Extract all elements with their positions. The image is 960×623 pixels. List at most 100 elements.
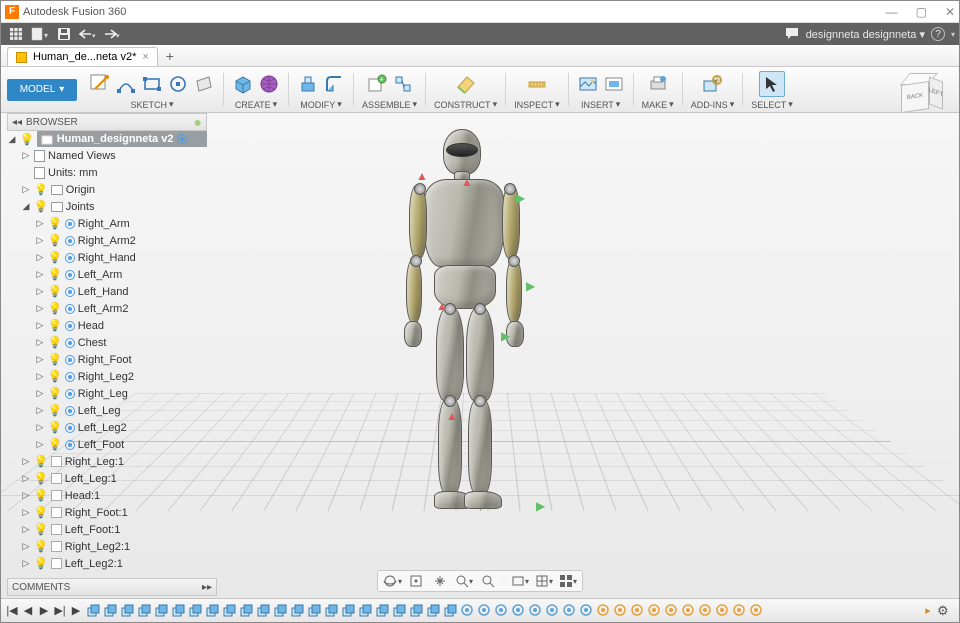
measure-icon[interactable] <box>526 73 548 95</box>
line-icon[interactable] <box>115 73 137 95</box>
timeline-feature[interactable] <box>306 603 322 619</box>
tree-item-joints[interactable]: ◢💡Joints <box>21 198 207 215</box>
timeline-feature[interactable] <box>391 603 407 619</box>
joint-radio-icon[interactable] <box>65 372 75 382</box>
timeline-joint[interactable] <box>629 603 645 619</box>
grid-settings-button[interactable]: ▾ <box>534 572 554 590</box>
plane-icon[interactable] <box>193 73 215 95</box>
tree-item-joint[interactable]: ▷💡Left_Leg2 <box>35 419 207 436</box>
joint-radio-icon[interactable] <box>65 440 75 450</box>
timeline-feature[interactable] <box>119 603 135 619</box>
timeline-start-button[interactable]: |◀ <box>5 604 19 617</box>
construct-label[interactable]: CONSTRUCT▾ <box>434 98 497 110</box>
viewport-layout-button[interactable]: ▾ <box>558 572 578 590</box>
timeline-feature[interactable] <box>340 603 356 619</box>
tree-item-origin[interactable]: ▷💡Origin <box>21 181 207 198</box>
joint-radio-icon[interactable] <box>65 253 75 263</box>
rectangle-icon[interactable] <box>141 73 163 95</box>
visibility-bulb-icon[interactable]: 💡 <box>48 234 62 247</box>
timeline-feature[interactable] <box>272 603 288 619</box>
timeline-joint[interactable] <box>612 603 628 619</box>
timeline-feature[interactable] <box>289 603 305 619</box>
tree-item-body[interactable]: ▷💡Left_Leg2:1 <box>21 555 207 572</box>
tree-item-joint[interactable]: ▷💡Left_Arm <box>35 266 207 283</box>
visibility-bulb-icon[interactable]: 💡 <box>34 455 48 468</box>
visibility-bulb-icon[interactable]: 💡 <box>48 421 62 434</box>
timeline-joint[interactable] <box>595 603 611 619</box>
visibility-bulb-icon[interactable]: 💡 <box>48 319 62 332</box>
sketch-label[interactable]: SKETCH▾ <box>130 98 173 110</box>
timeline-joint[interactable] <box>646 603 662 619</box>
timeline-feature[interactable] <box>357 603 373 619</box>
modify-label[interactable]: MODIFY▾ <box>300 98 342 110</box>
root-component[interactable]: Human_designneta v2 <box>37 131 207 147</box>
timeline-joint[interactable] <box>544 603 560 619</box>
expand-comments-icon[interactable]: ▸▸ <box>202 582 212 593</box>
joint-radio-icon[interactable] <box>65 338 75 348</box>
timeline-settings-button[interactable]: ⚙ <box>937 603 955 619</box>
timeline-joint[interactable] <box>680 603 696 619</box>
tree-item-body[interactable]: ▷💡Head:1 <box>21 487 207 504</box>
tree-item-body[interactable]: ▷💡Right_Leg2:1 <box>21 538 207 555</box>
workspace-switcher[interactable]: MODEL ▾ <box>7 79 77 101</box>
tree-item-joint[interactable]: ▷💡Right_Arm2 <box>35 232 207 249</box>
create-label[interactable]: CREATE▾ <box>235 98 277 110</box>
joint-radio-icon[interactable] <box>65 355 75 365</box>
tree-item-joint[interactable]: ▷💡Right_Leg2 <box>35 368 207 385</box>
insert-label[interactable]: INSERT▾ <box>581 98 620 110</box>
tree-item-joint[interactable]: ▷💡Head <box>35 317 207 334</box>
tree-item-joint[interactable]: ▷💡Left_Leg <box>35 402 207 419</box>
joint-radio-icon[interactable] <box>65 287 75 297</box>
timeline-joint[interactable] <box>527 603 543 619</box>
tree-item-joint[interactable]: ▷💡Right_Foot <box>35 351 207 368</box>
timeline-feature[interactable] <box>255 603 271 619</box>
window-close-button[interactable]: ✕ <box>945 5 955 19</box>
presspull-icon[interactable] <box>297 73 319 95</box>
new-tab-button[interactable]: + <box>158 45 182 66</box>
expand-arrow-icon[interactable]: ◢ <box>7 134 17 145</box>
visibility-bulb-icon[interactable]: 💡 <box>20 133 34 146</box>
tree-item-joint[interactable]: ▷💡Left_Foot <box>35 436 207 453</box>
select-icon[interactable] <box>759 71 785 97</box>
create-sketch-icon[interactable] <box>89 73 111 95</box>
orbit-button[interactable]: ▾ <box>382 572 402 590</box>
visibility-bulb-icon[interactable]: 💡 <box>48 370 62 383</box>
visibility-bulb-icon[interactable]: 💡 <box>34 523 48 536</box>
file-tab[interactable]: Human_de...neta v2* × <box>7 47 158 66</box>
joint-radio-icon[interactable] <box>65 321 75 331</box>
tree-item-joint[interactable]: ▷💡Right_Hand <box>35 249 207 266</box>
select-label[interactable]: SELECT▾ <box>751 98 793 110</box>
file-menu-button[interactable]: ▾ <box>29 25 51 43</box>
tree-item-body[interactable]: ▷💡Left_Leg:1 <box>21 470 207 487</box>
tree-item-units[interactable]: Units: mm <box>21 164 207 181</box>
visibility-bulb-icon[interactable]: 💡 <box>48 285 62 298</box>
visibility-bulb-icon[interactable]: 💡 <box>48 251 62 264</box>
timeline-prev-button[interactable]: ◀ <box>21 604 35 617</box>
timeline-play-button[interactable]: ▶ <box>37 604 51 617</box>
timeline-end-button[interactable]: ▶ <box>69 604 83 617</box>
timeline-joint[interactable] <box>476 603 492 619</box>
tree-item-joint[interactable]: ▷💡Left_Hand <box>35 283 207 300</box>
timeline-feature[interactable] <box>408 603 424 619</box>
timeline-feature[interactable] <box>425 603 441 619</box>
visibility-bulb-icon[interactable]: 💡 <box>48 438 62 451</box>
construct-icon[interactable] <box>455 73 477 95</box>
joint-radio-icon[interactable] <box>65 219 75 229</box>
help-caret[interactable]: ▾ <box>951 30 955 39</box>
joint-radio-icon[interactable] <box>65 304 75 314</box>
model-robot[interactable]: ▲ ▶ ▲ ▶ ▲ ▶ ▶ ▲ <box>406 129 536 549</box>
activate-radio-icon[interactable] <box>177 134 187 144</box>
pan-button[interactable] <box>430 572 450 590</box>
timeline-joint[interactable] <box>714 603 730 619</box>
timeline-feature[interactable] <box>374 603 390 619</box>
form-icon[interactable] <box>258 73 280 95</box>
timeline-joint[interactable] <box>663 603 679 619</box>
tree-item-body[interactable]: ▷💡Right_Leg:1 <box>21 453 207 470</box>
visibility-bulb-icon[interactable]: 💡 <box>48 353 62 366</box>
circle-icon[interactable] <box>167 73 189 95</box>
visibility-bulb-icon[interactable]: 💡 <box>34 540 48 553</box>
tree-item-joint[interactable]: ▷💡Right_Arm <box>35 215 207 232</box>
visibility-bulb-icon[interactable]: 💡 <box>34 489 48 502</box>
comments-header[interactable]: COMMENTS ▸▸ <box>7 578 217 596</box>
visibility-bulb-off-icon[interactable]: 💡 <box>34 183 48 196</box>
